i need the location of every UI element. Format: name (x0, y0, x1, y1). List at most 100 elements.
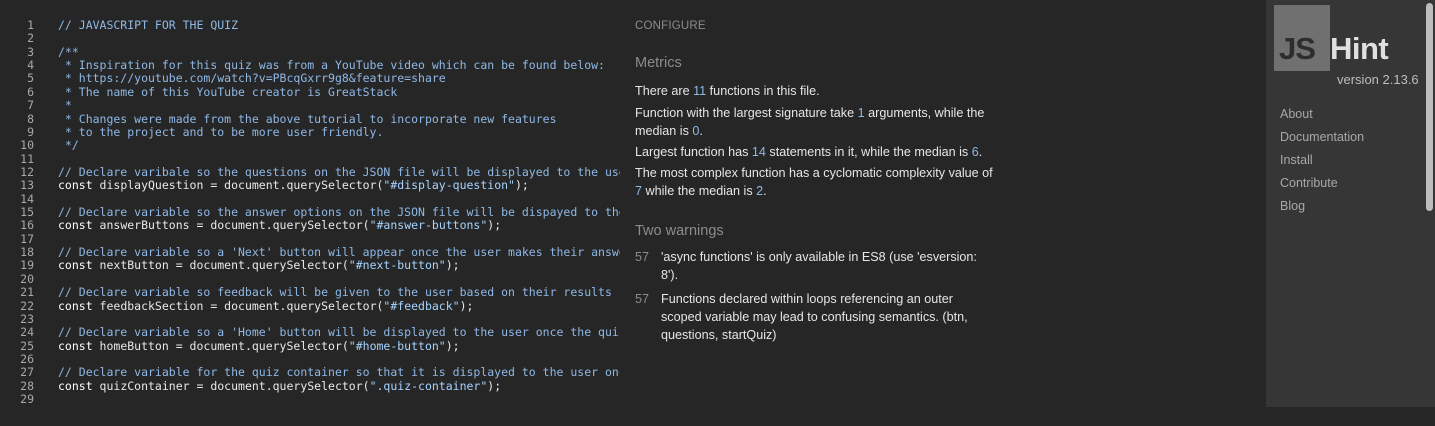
code-token-str: ".quiz-container" (369, 378, 488, 393)
line-number: 14 (20, 191, 34, 206)
nav-about[interactable]: About (1280, 107, 1313, 121)
code-line[interactable]: 10 */ (0, 138, 620, 153)
line-number: 21 (20, 285, 34, 300)
code-line[interactable]: 29 (0, 392, 620, 406)
code-line[interactable]: 1 // JAVASCRIPT FOR THE QUIZ (0, 18, 620, 32)
line-number: 20 (20, 271, 34, 286)
nav-documentation[interactable]: Documentation (1280, 130, 1364, 144)
code-line[interactable]: 16 const answerButtons = document.querySe… (0, 218, 620, 233)
code-line[interactable]: 7 * (0, 98, 620, 113)
code-line[interactable]: 23 (0, 311, 620, 326)
code-token-kw: const (58, 178, 100, 193)
code-token-comment: // Declare variable so the answer option… (58, 205, 620, 220)
code-line[interactable]: 18 // Declare variable so a 'Next' button… (0, 245, 620, 260)
nav-blog[interactable]: Blog (1280, 199, 1305, 213)
code-token-str: "#display-question" (383, 178, 515, 193)
code-token-plain: ); (445, 258, 460, 273)
warning-line-number: 57 (635, 292, 650, 306)
code-content: * https://youtube.com/watch?v=PBcqGxrr9g… (58, 72, 446, 85)
code-line[interactable]: 13 const displayQuestion = document.query… (0, 178, 620, 192)
line-number: 10 (20, 138, 34, 153)
code-line[interactable]: 2 (0, 31, 620, 45)
code-content: // Declare variable so a 'Home' button w… (58, 326, 620, 339)
code-token-kw: const (58, 218, 100, 233)
code-line[interactable]: 11 (0, 152, 620, 166)
code-line[interactable]: 19 const nextButton = document.querySelec… (0, 259, 620, 273)
code-token-plain: feedbackSection = document.querySelector… (99, 298, 384, 313)
line-number: 16 (20, 218, 34, 233)
line-number: 15 (20, 205, 34, 220)
code-token-comment: // Declare varibale so the questions on … (58, 164, 620, 179)
code-line[interactable]: 14 (0, 191, 620, 206)
code-token-str: "#answer-buttons" (369, 218, 488, 233)
code-token-kw: const (58, 258, 100, 273)
metrics-heading: Metrics (635, 55, 682, 71)
code-content: const nextButton = document.querySelecto… (58, 259, 460, 272)
code-content: * Changes were made from the above tutor… (58, 111, 557, 126)
line-number: 3 (27, 44, 34, 59)
code-content: * The name of this YouTube creator is Gr… (58, 85, 397, 99)
code-line[interactable]: 9 * to the project and to be more user f… (0, 125, 620, 139)
code-token-comment: /** (58, 44, 79, 59)
code-token-comment: */ (58, 138, 79, 153)
code-line[interactable]: 26 (0, 352, 620, 366)
warning-line-number: 57 (635, 250, 650, 264)
code-line[interactable]: 22 const feedbackSection = document.query… (0, 298, 620, 313)
code-line[interactable]: 5 * https://youtube.com/watch?v=PBcqGxrr… (0, 72, 620, 86)
code-line[interactable]: 28 const quizContainer = document.querySe… (0, 378, 620, 393)
code-token-kw: const (58, 298, 100, 313)
code-content: // Declare variable so a 'Next' button w… (58, 245, 620, 260)
code-token-str: "#next-button" (348, 258, 446, 273)
code-content: * Inspiration for this quiz was from a Y… (58, 58, 605, 72)
line-number: 6 (27, 84, 34, 99)
code-content: const displayQuestion = document.querySe… (58, 179, 529, 192)
code-token-plain: ); (514, 178, 529, 193)
scrollbar[interactable] (1423, 0, 1435, 407)
code-token-comment: // Declare variable so a 'Next' button w… (58, 245, 620, 260)
code-token-plain: ); (487, 378, 502, 393)
line-number: 23 (20, 311, 34, 326)
line-number: 25 (20, 338, 34, 353)
code-content: // Declare variable so the answer option… (58, 205, 620, 220)
logo-js-text: JS (1279, 31, 1316, 66)
code-line[interactable]: 6 * The name of this YouTube creator is … (0, 84, 620, 99)
configure-link[interactable]: CONFIGURE (635, 20, 706, 32)
code-token-str: "#feedback" (383, 298, 460, 313)
line-number: 4 (27, 58, 34, 73)
line-number: 8 (27, 111, 34, 126)
metric-function-count: There are 11 functions in this file. (635, 84, 820, 98)
code-editor[interactable]: 1// JAVASCRIPT FOR THE QUIZ 2 3/** 4 * Insp… (0, 0, 620, 426)
code-line[interactable]: 21 // Declare variable so feedback will b… (0, 285, 620, 300)
scrollbar-thumb[interactable] (1426, 3, 1433, 211)
logo-hint-text: Hint (1330, 31, 1389, 66)
code-content: * (58, 98, 72, 113)
code-line[interactable]: 8 * Changes were made from the above tut… (0, 111, 620, 126)
code-token-plain: ); (445, 338, 460, 353)
warning-text: Functions declared within loops referenc… (661, 292, 968, 342)
code-content: const quizContainer = document.querySele… (58, 378, 502, 393)
nav-install[interactable]: Install (1280, 153, 1313, 167)
code-token-plain: ); (487, 218, 502, 233)
warnings-heading: Two warnings (635, 223, 724, 239)
code-token-kw: const (58, 338, 100, 353)
code-token-plain: answerButtons = document.querySelector( (99, 218, 370, 233)
code-line[interactable]: 24 // Declare variable so a 'Home' button… (0, 325, 620, 339)
code-content: const homeButton = document.querySelecto… (58, 338, 460, 353)
code-token-plain: ); (459, 298, 474, 313)
code-line[interactable]: 4 * Inspiration for this quiz was from a… (0, 58, 620, 73)
code-line[interactable]: 27 // Declare variable for the quiz conta… (0, 365, 620, 379)
metric-statements: Largest function has 14 statements in it… (635, 145, 983, 159)
nav-contribute[interactable]: Contribute (1280, 176, 1338, 190)
code-content: // Declare variable for the quiz contain… (58, 366, 620, 379)
code-line[interactable]: 3 /** (0, 44, 620, 59)
code-line[interactable]: 17 (0, 232, 620, 246)
code-line[interactable]: 20 (0, 271, 620, 286)
code-token-comment: * Changes were made from the above tutor… (58, 111, 557, 126)
warning-text: 'async functions' is only available in E… (661, 250, 977, 282)
code-line[interactable]: 12 // Declare varibale so the questions o… (0, 164, 620, 179)
code-token-comment: * (58, 98, 72, 113)
code-line[interactable]: 25 const homeButton = document.querySelec… (0, 338, 620, 353)
code-token-str: "#home-button" (348, 338, 446, 353)
code-line[interactable]: 15 // Declare variable so the answer opti… (0, 205, 620, 220)
code-token-comment: // Declare variable for the quiz contain… (58, 365, 620, 380)
